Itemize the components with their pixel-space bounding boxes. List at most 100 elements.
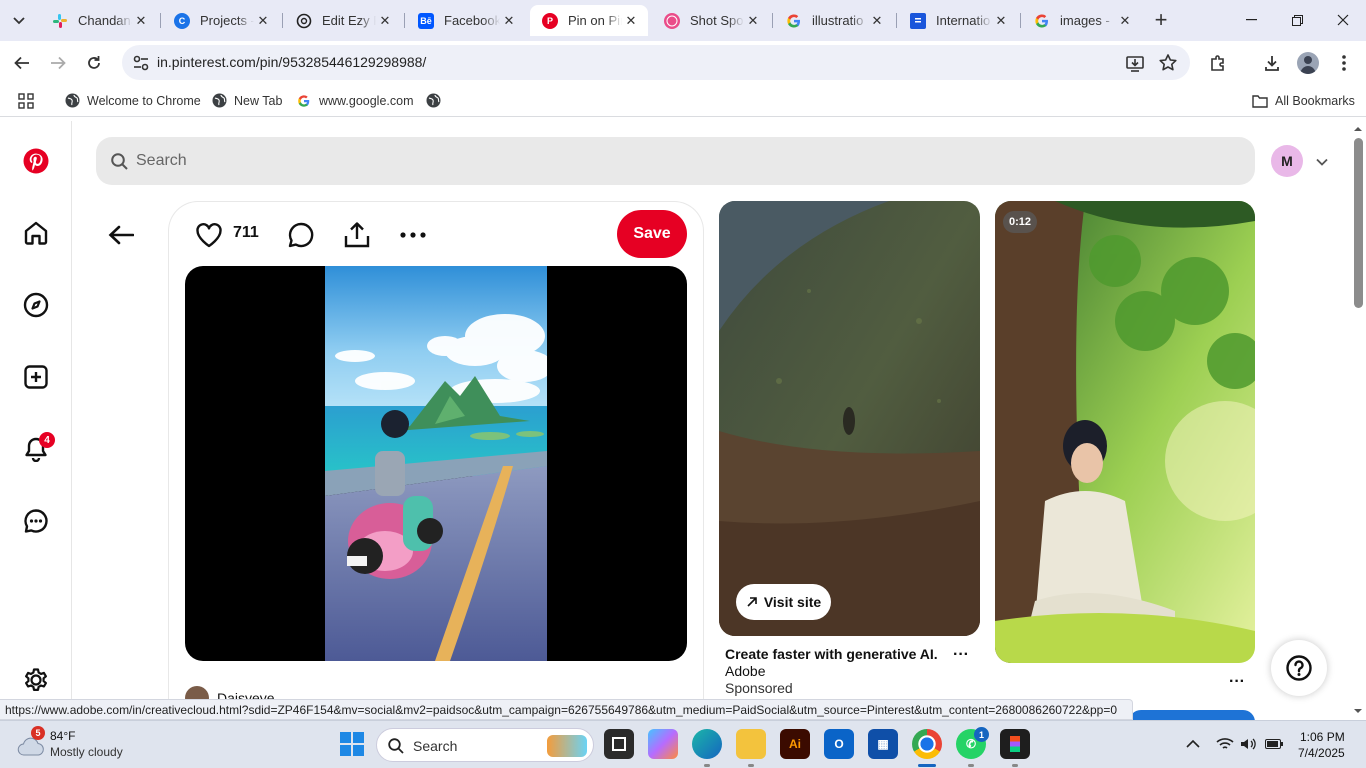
edge-app[interactable] xyxy=(692,729,722,759)
comment-icon xyxy=(288,222,314,248)
outlook-app[interactable]: O xyxy=(824,729,854,759)
install-app-button[interactable] xyxy=(1124,52,1146,74)
chevron-up-icon[interactable] xyxy=(1186,739,1200,749)
scroll-up-icon[interactable] xyxy=(1353,124,1363,134)
browser-toolbar: in.pinterest.com/pin/953285446129298988/ xyxy=(0,41,1366,84)
tab-projects[interactable]: C Projects - ✕ xyxy=(162,5,280,36)
bookmark-new-tab[interactable]: New Tab xyxy=(211,91,282,110)
nav-create[interactable] xyxy=(20,361,52,393)
ad-brand[interactable]: Adobe xyxy=(725,663,765,679)
tab-international[interactable]: Internatio ✕ xyxy=(898,5,1018,36)
google-icon xyxy=(1034,13,1050,29)
tab-facebook[interactable]: Bē Facebook ✕ xyxy=(406,5,526,36)
copilot-app[interactable] xyxy=(648,729,678,759)
close-tab-icon[interactable]: ✕ xyxy=(992,12,1010,30)
close-window-button[interactable] xyxy=(1320,6,1366,34)
more-options-button[interactable] xyxy=(400,220,426,250)
pin-back-button[interactable] xyxy=(104,218,138,252)
file-explorer-app[interactable] xyxy=(736,729,766,759)
nav-home[interactable] xyxy=(20,217,52,249)
sponsored-pin[interactable] xyxy=(719,201,980,636)
google-icon xyxy=(786,13,802,29)
volume-icon[interactable] xyxy=(1240,737,1256,751)
video-more-button[interactable]: ··· xyxy=(1229,673,1245,691)
extensions-button[interactable] xyxy=(1204,49,1232,77)
scrollbar-thumb[interactable] xyxy=(1354,138,1363,308)
apps-button[interactable] xyxy=(18,91,34,110)
close-tab-icon[interactable]: ✕ xyxy=(254,12,272,30)
profile-avatar[interactable] xyxy=(1297,52,1319,74)
save-button[interactable]: Save xyxy=(617,210,687,258)
slack-icon xyxy=(52,13,68,29)
tab-edit-ezy[interactable]: Edit Ezy P ✕ xyxy=(284,5,402,36)
ad-title[interactable]: Create faster with generative AI. xyxy=(725,646,938,662)
wifi-icon[interactable] xyxy=(1216,737,1234,751)
close-tab-icon[interactable]: ✕ xyxy=(500,12,518,30)
back-button[interactable] xyxy=(8,49,36,77)
bookmark-star-button[interactable] xyxy=(1157,52,1179,74)
tab-title: illustratio xyxy=(812,13,864,28)
like-button[interactable] xyxy=(195,220,223,250)
store-app[interactable]: ▦ xyxy=(868,729,898,759)
nav-messages[interactable] xyxy=(20,505,52,537)
new-tab-button[interactable]: + xyxy=(1149,7,1173,32)
tab-divider xyxy=(282,13,283,28)
help-button[interactable] xyxy=(1271,640,1327,696)
close-tab-icon[interactable]: ✕ xyxy=(132,12,150,30)
close-tab-icon[interactable]: ✕ xyxy=(868,12,886,30)
all-bookmarks-button[interactable]: All Bookmarks xyxy=(1252,91,1355,110)
chrome-app[interactable] xyxy=(912,729,942,759)
illustrator-app[interactable]: Ai xyxy=(780,729,810,759)
tab-slack[interactable]: Chandana ✕ xyxy=(40,5,158,36)
tab-title: Edit Ezy P xyxy=(322,13,376,28)
pinterest-search-bar[interactable]: Search xyxy=(96,137,1255,185)
clock-date[interactable]: 7/4/2025 xyxy=(1298,746,1345,760)
pinterest-logo[interactable] xyxy=(20,145,52,177)
comment-button[interactable] xyxy=(287,220,315,250)
video-pin[interactable] xyxy=(995,201,1255,663)
taskbar-search[interactable]: Search xyxy=(376,728,594,762)
address-bar[interactable]: in.pinterest.com/pin/953285446129298988/ xyxy=(122,45,1190,80)
close-tab-icon[interactable]: ✕ xyxy=(744,12,762,30)
downloads-button[interactable] xyxy=(1258,49,1286,77)
clock-time[interactable]: 1:06 PM xyxy=(1300,730,1345,744)
profile-icon xyxy=(1300,56,1316,74)
tab-images[interactable]: images - ✕ xyxy=(1022,5,1142,36)
figma-app[interactable] xyxy=(1000,729,1030,759)
chevron-down-icon[interactable] xyxy=(1315,155,1329,169)
share-button[interactable] xyxy=(343,220,371,250)
close-tab-icon[interactable]: ✕ xyxy=(376,12,394,30)
scroll-down-icon[interactable] xyxy=(1353,706,1363,716)
chrome-menu-button[interactable] xyxy=(1330,49,1358,77)
site-info-icon[interactable] xyxy=(130,52,152,74)
reload-button[interactable] xyxy=(80,49,108,77)
more-vertical-icon xyxy=(1342,55,1346,71)
nav-explore[interactable] xyxy=(20,289,52,321)
bookmark-unnamed[interactable] xyxy=(425,91,448,110)
visit-site-button[interactable]: Visit site xyxy=(736,584,831,620)
tab-divider xyxy=(772,13,773,28)
task-view-button[interactable] xyxy=(604,729,634,759)
tab-search-menu[interactable] xyxy=(6,8,32,34)
start-button[interactable] xyxy=(339,731,367,759)
close-tab-icon[interactable]: ✕ xyxy=(622,12,640,30)
download-icon xyxy=(1265,56,1279,71)
bookmark-welcome[interactable]: Welcome to Chrome xyxy=(64,91,201,110)
minimize-button[interactable] xyxy=(1228,6,1274,34)
battery-icon[interactable] xyxy=(1265,739,1283,749)
tab-shot-spot[interactable]: Shot Spor ✕ xyxy=(652,5,770,36)
pin-video[interactable] xyxy=(185,266,687,661)
forward-button[interactable] xyxy=(44,49,72,77)
account-avatar[interactable]: M xyxy=(1271,145,1303,177)
restore-button[interactable] xyxy=(1274,6,1320,34)
nav-settings[interactable] xyxy=(20,664,52,696)
tab-illustration[interactable]: illustratio ✕ xyxy=(774,5,894,36)
whatsapp-running-indicator xyxy=(968,764,974,767)
pin-illustration-image xyxy=(325,266,547,661)
arrow-up-right-icon xyxy=(747,597,757,607)
chat-icon xyxy=(24,509,48,533)
tab-pin-active[interactable]: P Pin on Pin ✕ xyxy=(530,5,648,36)
close-tab-icon[interactable]: ✕ xyxy=(1116,12,1134,30)
bookmark-google[interactable]: www.google.com xyxy=(296,91,414,110)
ad-more-button[interactable]: ··· xyxy=(953,646,969,664)
